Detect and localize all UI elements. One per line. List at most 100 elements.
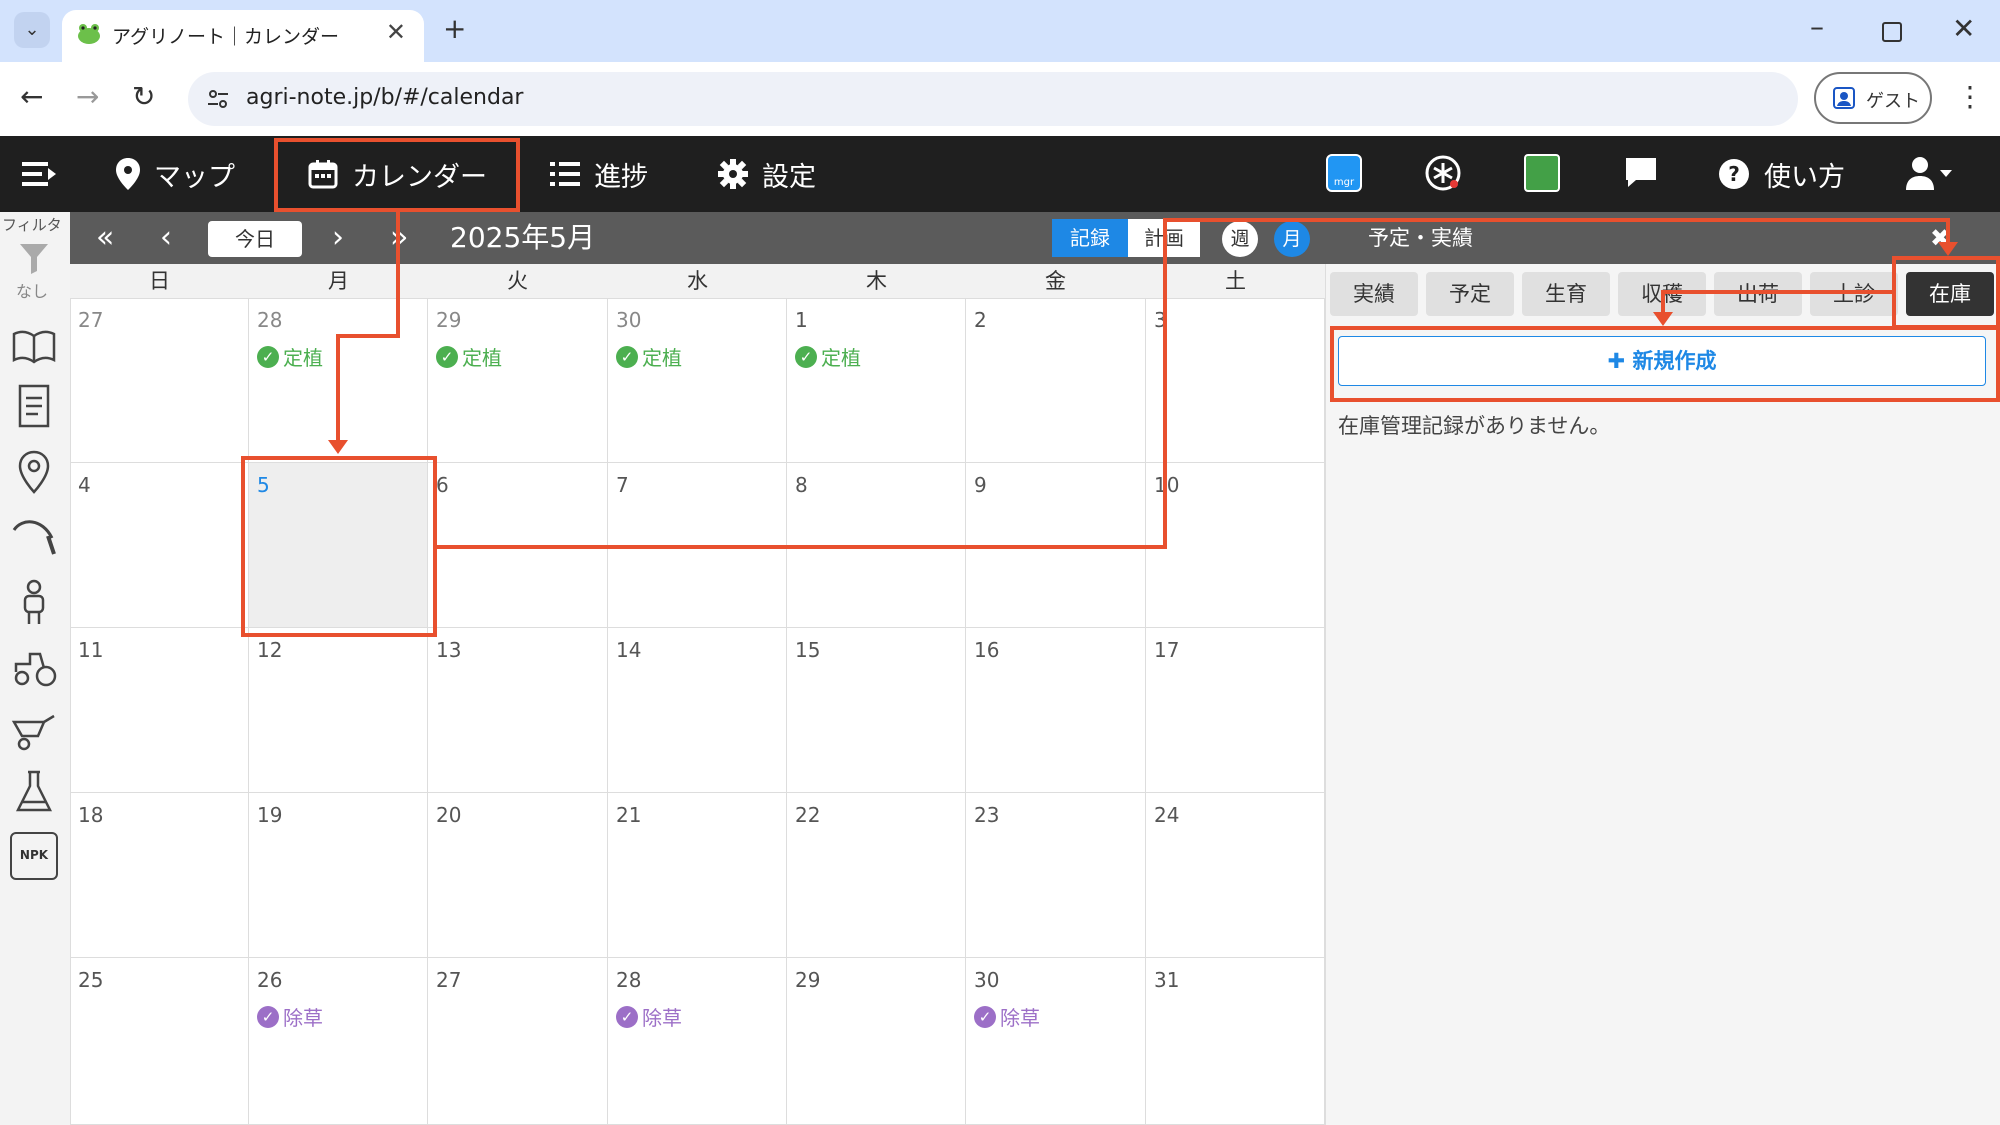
event-planting[interactable]: ✓ 定植 <box>257 342 323 371</box>
profile-guest-button[interactable]: ゲスト <box>1814 72 1932 124</box>
event-weeding[interactable]: ✓ 除草 <box>616 1002 682 1031</box>
highlight-selected-day <box>241 456 437 637</box>
day-cell[interactable]: 19 <box>249 793 428 958</box>
minimize-icon[interactable]: – <box>1810 10 1824 43</box>
tab-growth[interactable]: 生育 <box>1522 272 1610 316</box>
day-cell[interactable]: 4 <box>70 463 249 628</box>
reload-icon[interactable]: ↻ <box>132 80 155 113</box>
day-cell[interactable]: 12 <box>249 628 428 793</box>
tab-actual[interactable]: 実績 <box>1330 272 1418 316</box>
nav-progress[interactable]: 進捗 <box>550 136 648 212</box>
tab-scheduled[interactable]: 予定 <box>1426 272 1514 316</box>
nav-map[interactable]: マップ <box>116 136 235 212</box>
nav-progress-label: 進捗 <box>594 161 648 193</box>
checklist-icon <box>550 162 580 186</box>
restore-icon[interactable] <box>1882 22 1902 42</box>
current-month-label: 2025年5月 <box>450 221 596 254</box>
arrow-head <box>328 440 348 454</box>
day-cell[interactable]: 21 <box>608 793 787 958</box>
prev-year-icon[interactable]: « <box>96 212 114 264</box>
day-number: 17 <box>1154 638 1180 662</box>
highlight-new-button <box>1330 326 2000 402</box>
day-cell[interactable]: 17 <box>1146 628 1325 793</box>
event-weeding[interactable]: ✓ 除草 <box>974 1002 1040 1031</box>
day-cell[interactable]: 14 <box>608 628 787 793</box>
frog-icon <box>78 24 100 44</box>
today-button[interactable]: 今日 <box>208 221 302 257</box>
day-cell[interactable]: 24 <box>1146 793 1325 958</box>
week-view-button[interactable]: 週 <box>1222 221 1258 257</box>
book-icon[interactable] <box>10 322 58 370</box>
weekday-sun: 日 <box>149 269 170 293</box>
day-cell[interactable]: 31 <box>1146 958 1325 1125</box>
filter-label: フィルタ <box>2 216 62 234</box>
worker-icon[interactable] <box>10 578 58 626</box>
document-icon[interactable] <box>10 382 58 430</box>
day-number: 28 <box>257 308 283 332</box>
day-cell[interactable]: 2 <box>966 298 1146 463</box>
nav-help[interactable]: ? 使い方 <box>1718 136 1845 212</box>
map-pin-icon <box>116 158 140 190</box>
tab-close-icon[interactable]: ✕ <box>386 18 406 46</box>
fertilizer-npk-icon[interactable]: NPK <box>10 832 58 880</box>
event-planting[interactable]: ✓ 定植 <box>616 342 682 371</box>
day-number: 19 <box>257 803 283 827</box>
event-weeding[interactable]: ✓ 除草 <box>257 1002 323 1031</box>
flask-icon[interactable] <box>10 768 58 816</box>
day-cell[interactable]: 25 <box>70 958 249 1125</box>
day-cell[interactable]: 27 <box>428 958 608 1125</box>
tractor-icon[interactable] <box>10 644 58 692</box>
site-settings-icon[interactable] <box>206 87 230 111</box>
day-cell[interactable]: 22 <box>787 793 966 958</box>
day-cell[interactable]: 23 <box>966 793 1146 958</box>
day-cell[interactable]: 11 <box>70 628 249 793</box>
tab-list-button[interactable]: ⌄ <box>14 12 50 48</box>
day-cell[interactable]: 18 <box>70 793 249 958</box>
next-month-icon[interactable]: › <box>332 212 344 264</box>
event-planting[interactable]: ✓ 定植 <box>436 342 502 371</box>
prev-month-icon[interactable]: ‹ <box>160 212 172 264</box>
check-circle-icon: ✓ <box>257 1005 279 1028</box>
notebook-app-icon[interactable] <box>1524 154 1560 192</box>
browser-tab[interactable]: アグリノート｜カレンダー ✕ <box>62 10 424 62</box>
chat-icon[interactable] <box>1624 156 1658 188</box>
day-cell[interactable]: 26 ✓ 除草 <box>249 958 428 1125</box>
day-cell[interactable]: 13 <box>428 628 608 793</box>
day-number: 18 <box>78 803 104 827</box>
day-cell[interactable]: 28 ✓ 除草 <box>608 958 787 1125</box>
day-cell[interactable]: 29 <box>787 958 966 1125</box>
nav-settings[interactable]: 設定 <box>718 136 816 212</box>
month-view-button[interactable]: 月 <box>1274 221 1310 257</box>
day-cell[interactable]: 30 ✓ 除草 <box>966 958 1146 1125</box>
filter-funnel-icon[interactable] <box>20 244 48 274</box>
address-bar[interactable]: agri-note.jp/b/#/calendar <box>188 72 1798 126</box>
sickle-icon[interactable] <box>10 510 58 558</box>
tab-shipment[interactable]: 出荷 <box>1714 272 1802 316</box>
wheelbarrow-icon[interactable] <box>10 706 58 754</box>
back-icon[interactable]: ← <box>20 80 43 113</box>
day-cell[interactable]: 30 ✓ 定植 <box>608 298 787 463</box>
forward-icon[interactable]: → <box>76 80 99 113</box>
event-planting[interactable]: ✓ 定植 <box>795 342 861 371</box>
day-cell[interactable]: 29 ✓ 定植 <box>428 298 608 463</box>
day-number: 21 <box>616 803 642 827</box>
hamburger-menu-icon[interactable] <box>22 160 56 188</box>
day-cell[interactable]: 10 <box>1146 463 1325 628</box>
location-pin-icon[interactable] <box>10 448 58 496</box>
record-toggle[interactable]: 記録 <box>1052 219 1128 257</box>
day-cell[interactable]: 3 <box>1146 298 1325 463</box>
day-cell[interactable]: 27 <box>70 298 249 463</box>
day-number: 2 <box>974 308 987 332</box>
asterisk-app-icon[interactable] <box>1424 154 1462 192</box>
tab-soil-diagnosis[interactable]: 土診 <box>1810 272 1898 316</box>
mgr-app-icon[interactable]: mgr <box>1326 154 1362 192</box>
day-cell[interactable]: 1 ✓ 定植 <box>787 298 966 463</box>
event-label: 定植 <box>283 346 323 370</box>
day-cell[interactable]: 20 <box>428 793 608 958</box>
browser-menu-icon[interactable]: ⋮ <box>1956 80 1984 113</box>
user-menu-icon[interactable] <box>1906 156 1952 190</box>
new-tab-icon[interactable]: + <box>443 12 466 45</box>
window-close-icon[interactable]: ✕ <box>1952 12 1975 45</box>
day-cell[interactable]: 15 <box>787 628 966 793</box>
day-cell[interactable]: 16 <box>966 628 1146 793</box>
